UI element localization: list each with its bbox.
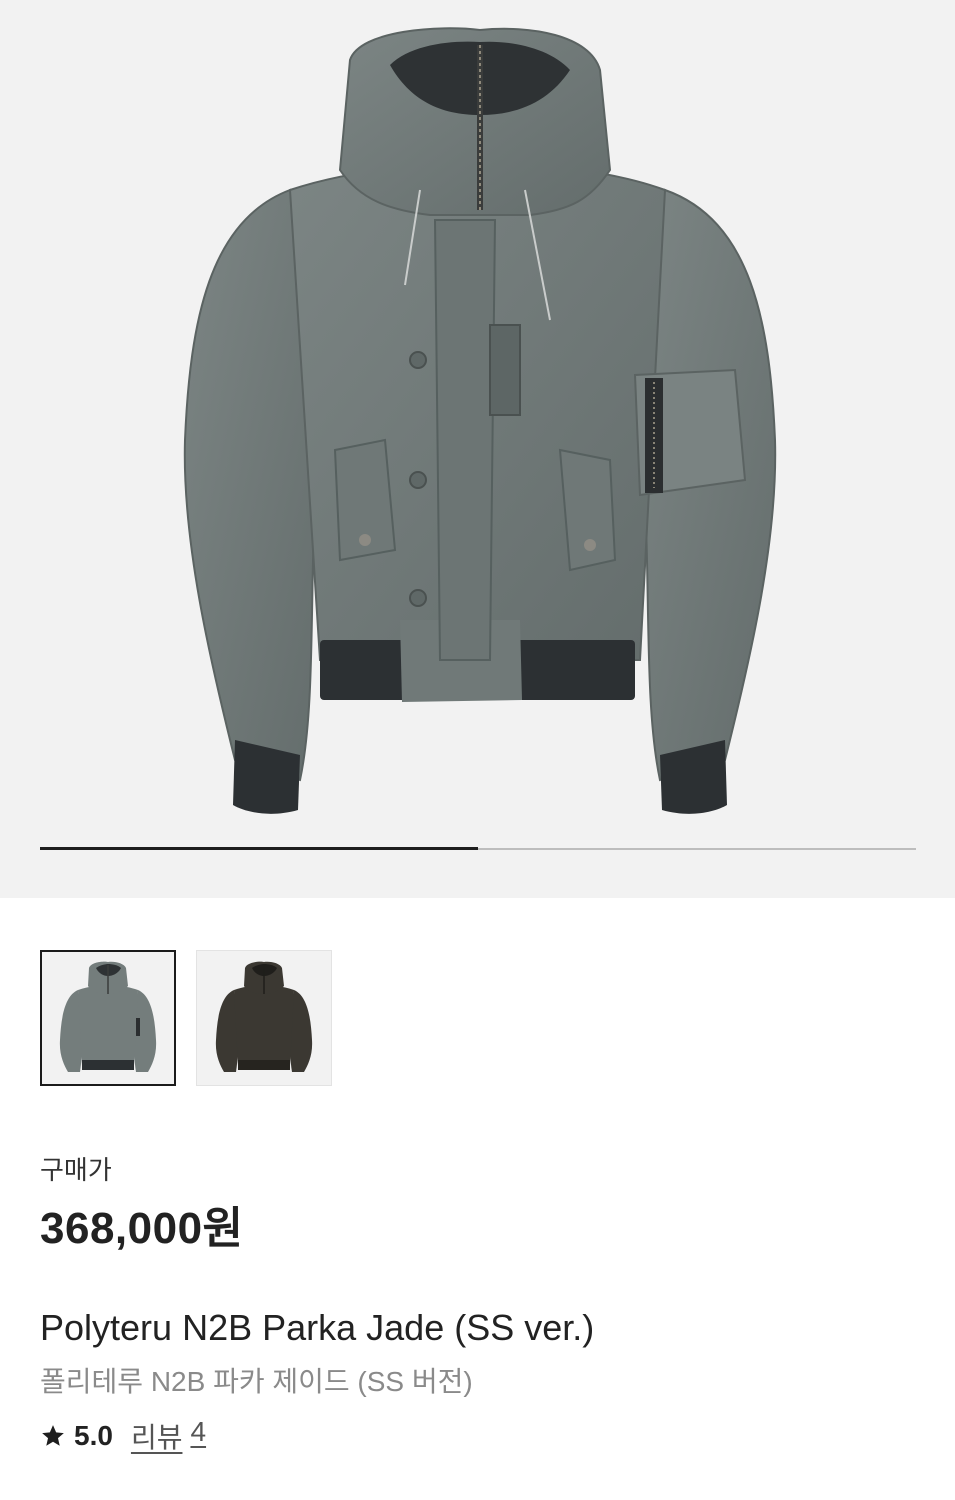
review-link[interactable]: 리뷰 4 (131, 1416, 206, 1456)
thumbnail-list (40, 950, 332, 1086)
review-label: 리뷰 (130, 1422, 183, 1453)
thumbnail-jade[interactable] (40, 950, 176, 1086)
product-name-english: Polyteru N2B Parka Jade (SS ver.) (40, 1307, 595, 1348)
product-name-korean: 폴리테루 N2B 파카 제이드 (SS 버전) (40, 1366, 473, 1397)
star-icon (42, 1425, 64, 1446)
review-count: 4 (190, 1416, 207, 1447)
gallery-progress-bar (40, 847, 916, 850)
price-value: 368,000원 (40, 1204, 244, 1253)
product-image-gallery[interactable] (0, 0, 955, 898)
jacket-jade-thumbnail (59, 961, 157, 1072)
gallery-progress-fill (40, 847, 478, 850)
price-label: 구매가 (40, 1155, 112, 1185)
rating-score: 5.0 (74, 1420, 113, 1451)
rating-row: 5.0 리뷰 4 (40, 1416, 206, 1456)
jacket-image (183, 27, 777, 814)
thumbnail-brown[interactable] (196, 950, 332, 1086)
jacket-brown-thumbnail (215, 961, 313, 1072)
